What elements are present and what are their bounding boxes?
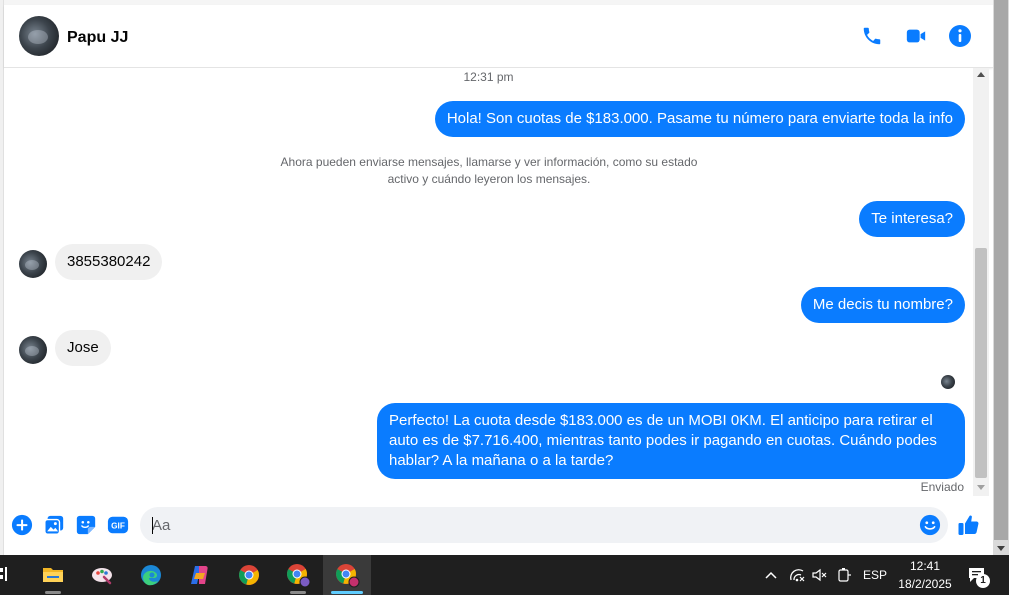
message-bubble-outgoing[interactable]: Te interesa? (859, 201, 965, 237)
plus-circle-icon (11, 514, 33, 536)
page-scroll-down-arrow-icon[interactable] (997, 546, 1005, 551)
read-receipt-avatar (941, 375, 955, 389)
emoji-button[interactable] (918, 513, 942, 537)
clock-date[interactable]: 18/2/2025 (894, 577, 956, 591)
edge-browser-icon (141, 565, 161, 586)
page-scrollbar[interactable] (993, 0, 1009, 555)
battery-plug-icon[interactable] (836, 567, 852, 583)
screen: Papu JJ 12:31 pm Hola! Son cuotas de $18… (0, 0, 1009, 595)
more-actions-button[interactable] (10, 513, 34, 537)
contact-avatar[interactable] (19, 16, 59, 56)
taskbar-paint-app[interactable] (78, 555, 126, 595)
delivery-status: Enviado (920, 480, 964, 494)
taskbar-copilot[interactable] (176, 555, 224, 595)
video-call-button[interactable] (903, 23, 929, 49)
volume-muted-icon[interactable] (811, 567, 827, 583)
windows-taskbar: ESP 12:41 18/2/2025 1 (0, 555, 1009, 595)
scroll-up-arrow-icon[interactable] (977, 72, 985, 77)
sticker-icon (76, 515, 96, 535)
taskbar-file-explorer[interactable] (29, 555, 77, 595)
conversation-info-button[interactable] (947, 23, 973, 49)
chrome-profile-icon (336, 564, 360, 588)
sender-avatar[interactable] (19, 336, 47, 364)
message-bubble-incoming[interactable]: Jose (55, 330, 111, 366)
phone-icon (863, 27, 881, 45)
text-caret (152, 517, 153, 534)
message-input[interactable] (140, 507, 948, 543)
scroll-thumb[interactable] (975, 248, 987, 478)
page-scroll-thumb[interactable] (994, 0, 1008, 540)
message-bubble-outgoing[interactable]: Perfecto! La cuota desde $183.000 es de … (377, 403, 965, 479)
network-icon[interactable] (789, 567, 805, 583)
chat-header: Papu JJ (4, 5, 993, 68)
chrome-icon (239, 565, 259, 585)
taskbar-chrome[interactable] (225, 555, 273, 595)
smiley-icon (919, 514, 941, 536)
image-icon (44, 515, 64, 535)
taskbar-chrome-profile-active[interactable] (323, 555, 371, 595)
attach-media-button[interactable] (42, 513, 66, 537)
input-language[interactable]: ESP (863, 568, 887, 582)
system-notice: Ahora pueden enviarse mensajes, llamarse… (280, 155, 698, 186)
chevron-up-icon[interactable] (763, 567, 779, 583)
taskbar-chrome-profile[interactable] (274, 555, 322, 595)
sticker-button[interactable] (74, 513, 98, 537)
message-scrollbar[interactable] (973, 68, 989, 496)
info-icon (949, 25, 971, 47)
task-view-icon[interactable] (0, 566, 12, 582)
like-button[interactable] (957, 513, 981, 537)
taskbar-edge-browser[interactable] (127, 555, 175, 595)
clock-time[interactable]: 12:41 (898, 559, 952, 573)
gif-button[interactable]: GIF (106, 513, 130, 537)
contact-name[interactable]: Papu JJ (67, 29, 128, 47)
message-timestamp: 12:31 pm (463, 70, 514, 84)
notification-count-badge: 1 (976, 574, 990, 588)
message-bubble-outgoing[interactable]: Me decis tu nombre? (800, 287, 965, 323)
gif-icon: GIF (107, 516, 129, 534)
scroll-down-arrow-icon[interactable] (977, 485, 985, 490)
palette-icon (92, 568, 112, 585)
svg-text:GIF: GIF (111, 522, 125, 531)
message-list: 12:31 pm Hola! Son cuotas de $183.000. P… (4, 68, 973, 496)
thumbs-up-icon (958, 515, 979, 535)
video-camera-icon (906, 29, 926, 43)
message-composer: GIF (4, 496, 993, 555)
message-bubble-incoming[interactable]: 3855380242 (55, 244, 163, 280)
chrome-profile-icon (287, 564, 311, 588)
message-bubble-outgoing[interactable]: Hola! Son cuotas de $183.000. Pasame tu … (434, 101, 965, 137)
sender-avatar[interactable] (19, 250, 47, 278)
folder-icon (43, 568, 63, 582)
phone-call-button[interactable] (859, 23, 885, 49)
copilot-icon (191, 566, 208, 584)
